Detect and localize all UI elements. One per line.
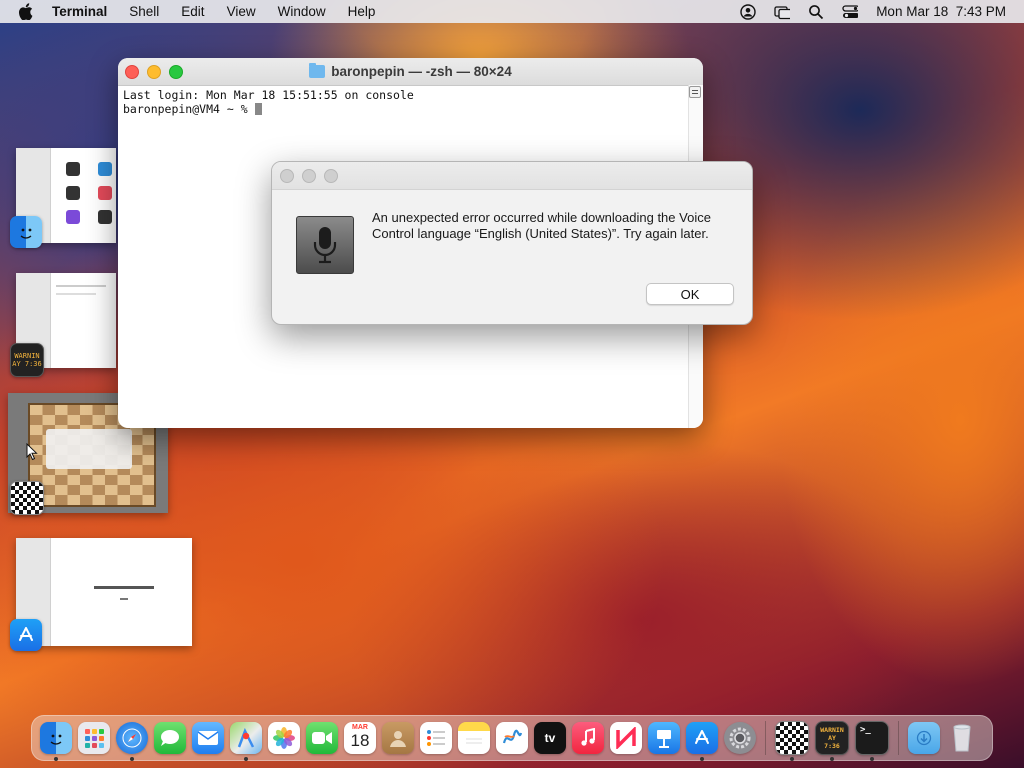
dock-system-settings-icon[interactable] (724, 722, 756, 754)
dock-separator-2 (898, 721, 899, 755)
dock-console-icon[interactable]: WARNIN AY 7:36 (815, 721, 849, 761)
dock-calendar-icon[interactable]: MAR 18 (344, 722, 376, 754)
microphone-icon (296, 216, 354, 274)
menu-bar: Terminal Shell Edit View Window Help Mon… (0, 0, 1024, 23)
terminal-prompt: baronpepin@VM4 ~ % (123, 102, 255, 116)
dock-news-icon[interactable] (610, 722, 642, 754)
alert-message: An unexpected error occurred while downl… (372, 210, 711, 241)
alert-close-button (280, 169, 294, 183)
terminal-output[interactable]: Last login: Mon Mar 18 15:51:55 on conso… (123, 88, 414, 116)
app-store-icon[interactable] (10, 619, 42, 651)
dock-notes-icon[interactable] (458, 722, 490, 754)
menu-view[interactable]: View (227, 4, 256, 19)
dock-launchpad-icon[interactable] (78, 722, 110, 754)
alert-titlebar[interactable] (272, 162, 752, 190)
dock-console-label: WARNIN AY 7:36 (820, 726, 844, 750)
chess-icon[interactable] (10, 481, 44, 515)
screen-mirroring-icon[interactable] (774, 4, 791, 20)
dock-photos-icon[interactable] (268, 722, 300, 754)
menu-help[interactable]: Help (348, 4, 376, 19)
control-center-icon[interactable] (842, 4, 859, 20)
menu-edit[interactable]: Edit (181, 4, 204, 19)
dock-separator (765, 721, 766, 755)
folder-icon (309, 63, 326, 78)
dock-trash-icon[interactable] (946, 722, 978, 754)
dock-maps-icon[interactable] (230, 722, 262, 761)
console-icon[interactable]: WARNIN AY 7:36 (10, 343, 44, 377)
mouse-pointer-icon (26, 442, 38, 466)
terminal-titlebar[interactable]: baronpepin — -zsh — 80×24 (118, 58, 703, 86)
dock-contacts-icon[interactable] (382, 722, 414, 754)
dock-safari-icon[interactable] (116, 722, 148, 761)
dock-terminal-label: >_ (860, 725, 871, 735)
dock-finder-icon[interactable] (40, 722, 72, 761)
alert-minimize-button (302, 169, 316, 183)
calendar-day: 18 (350, 731, 370, 750)
dock-terminal-icon[interactable]: >_ (855, 721, 889, 761)
minimize-button[interactable] (147, 65, 161, 79)
menu-window[interactable]: Window (278, 4, 326, 19)
zoom-button[interactable] (169, 65, 183, 79)
menubar-clock[interactable]: Mon Mar 18 7:43 PM (876, 4, 1006, 19)
dock-freeform-icon[interactable] (496, 722, 528, 754)
terminal-title: baronpepin — -zsh — 80×24 (331, 64, 512, 79)
console-badge-text: WARNIN AY 7:36 (12, 352, 42, 368)
dock-downloads-folder-icon[interactable] (908, 722, 940, 754)
user-icon[interactable] (740, 3, 756, 20)
search-icon[interactable] (808, 4, 824, 20)
dock-music-icon[interactable] (572, 722, 604, 754)
dock-facetime-icon[interactable] (306, 722, 338, 754)
terminal-last-login: Last login: Mon Mar 18 15:51:55 on conso… (123, 88, 414, 102)
dock-keynote-icon[interactable] (648, 722, 680, 754)
apple-menu-icon[interactable] (18, 3, 36, 21)
dock-chess-icon[interactable] (775, 721, 809, 761)
close-button[interactable] (125, 65, 139, 79)
menu-app-name[interactable]: Terminal (52, 4, 107, 19)
terminal-cursor (254, 103, 262, 115)
voice-control-error-alert: An unexpected error occurred while downl… (271, 161, 753, 325)
alert-zoom-button (324, 169, 338, 183)
ok-button[interactable]: OK (646, 283, 734, 305)
menu-shell[interactable]: Shell (129, 4, 159, 19)
apple-tv-label: tv (544, 731, 556, 745)
dock-app-store-icon[interactable] (686, 722, 718, 761)
stage-thumbnail-app-store[interactable] (16, 538, 192, 646)
finder-icon[interactable] (10, 216, 42, 248)
dock: MAR 18 tv WARNIN AY 7:36 >_ (31, 715, 993, 761)
dock-reminders-icon[interactable] (420, 722, 452, 754)
split-pane-icon[interactable] (689, 86, 701, 98)
dock-messages-icon[interactable] (154, 722, 186, 754)
dock-apple-tv-icon[interactable]: tv (534, 722, 566, 754)
dock-mail-icon[interactable] (192, 722, 224, 754)
